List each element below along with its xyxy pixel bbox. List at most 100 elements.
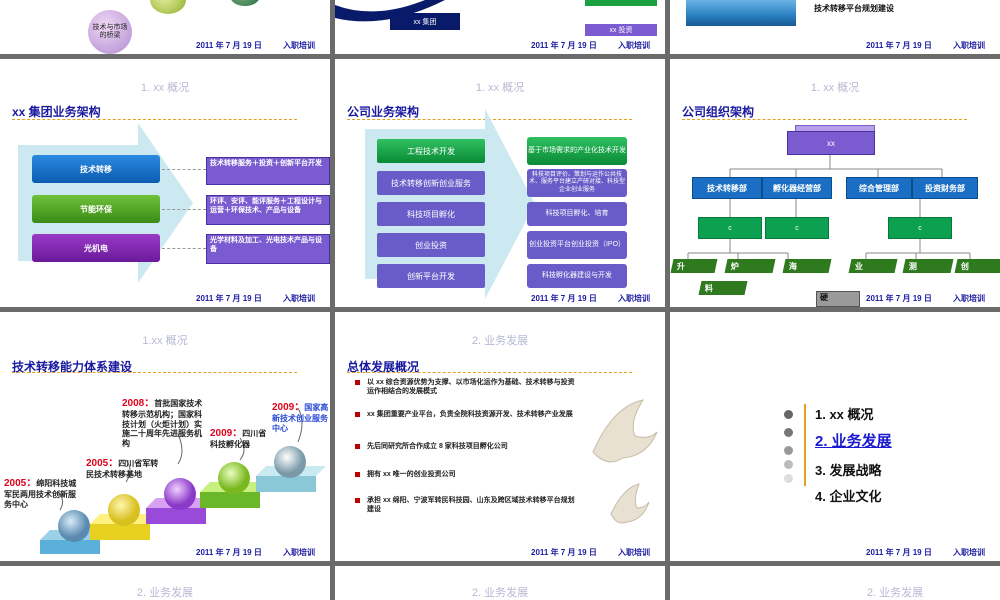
dept-admin: 综合管理部 xyxy=(846,177,912,199)
toc-dot xyxy=(784,474,793,483)
footer-training: 入职培训 xyxy=(953,294,985,303)
leaf-label: 测 xyxy=(909,261,917,271)
section-heading: 2. 业务发展 xyxy=(471,335,529,347)
footer: 2011 年 7 月 19 日 入职培训 xyxy=(0,40,330,52)
sub-c-1: c xyxy=(698,217,762,239)
slide-org-chart[interactable]: 1. xx 概况 公司组织架构 xx 技术转移部 孵化器经营部 综合管理部 投资… xyxy=(670,59,1000,307)
slide-toc[interactable]: 1. xx 概况 2. 业务发展 3. 发展战略 4. 企业文化 2011 年 … xyxy=(670,312,1000,561)
footer: 2011 年 7 月 19 日 入职培训 xyxy=(670,547,1000,559)
dept-incubator: 孵化器经营部 xyxy=(762,177,832,199)
footer-training: 入职培训 xyxy=(618,294,650,303)
right-incubation: 科技项目孵化、培育 xyxy=(527,202,627,226)
left-incubation: 科技项目孵化 xyxy=(377,202,485,226)
slide-bottom-left[interactable]: 2. 业务发展 xyxy=(0,566,330,600)
slide-top-mid[interactable]: xx 集团 xx 投资 2011 年 7 月 19 日 入职培训 xyxy=(335,0,665,54)
connector xyxy=(162,209,206,210)
dept-tech-transfer: 技术转移部 xyxy=(692,177,762,199)
slide-bottom-mid[interactable]: 2. 业务发展 xyxy=(335,566,665,600)
right-platform: 科技孵化器建设与开发 xyxy=(527,264,627,288)
milestone-year: 2009： xyxy=(210,428,243,439)
group-label: xx 集团 xyxy=(390,13,460,30)
footer: 2011 年 7 月 19 日 入职培训 xyxy=(0,293,330,305)
dark-sphere-icon xyxy=(230,0,260,6)
toc-item-1[interactable]: 1. xx 概况 xyxy=(815,404,874,423)
bridge-label: 技术与市场的桥梁 xyxy=(92,24,128,40)
left-platform: 创新平台开发 xyxy=(377,264,485,288)
left-engineering: 工程技术开发 xyxy=(377,139,485,163)
slide-bottom-right[interactable]: 2. 业务发展 xyxy=(670,566,1000,600)
slide-top-left[interactable]: 技术与市场的桥梁 2011 年 7 月 19 日 入职培训 xyxy=(0,0,330,54)
toc-dot xyxy=(784,428,793,437)
milestone-year: 2009： xyxy=(272,402,305,413)
org-top: xx xyxy=(787,131,875,155)
detail-optics: 光学材料及加工、光电技术产品与设备 xyxy=(206,234,330,264)
leaf-2: 炉 xyxy=(724,259,776,273)
right-venture: 创业投资平台创业投资（IPO） xyxy=(527,231,627,259)
bar-optics: 光机电 xyxy=(32,234,160,262)
footer-date: 2011 年 7 月 19 日 xyxy=(196,294,262,303)
leaf-label: 业 xyxy=(855,261,863,271)
leaf-label: 升 xyxy=(677,261,685,271)
slide-company-business[interactable]: 1. xx 概况 公司业务架构 工程技术开发 技术转移创新创业服务 科技项目孵化… xyxy=(335,59,665,307)
leaf-3: 海 xyxy=(782,259,832,273)
milestone-2009-a: 2009：四川省科技孵化器 xyxy=(210,428,272,450)
toc-item-2-active[interactable]: 2. 业务发展 xyxy=(815,430,892,451)
bar-energy: 节能环保 xyxy=(32,195,160,223)
toc-rule xyxy=(804,404,806,486)
milestone-year: 2005： xyxy=(4,478,37,489)
footer: 2011 年 7 月 19 日 入职培训 xyxy=(0,547,330,559)
footer-date: 2011 年 7 月 19 日 xyxy=(531,294,597,303)
leaf-5: 测 xyxy=(902,259,954,273)
slide-business-architecture[interactable]: 1. xx 概况 xx 集团业务架构 技术转移 节能环保 光机电 技术转移服务＋… xyxy=(0,59,330,307)
connector xyxy=(162,169,206,170)
slide-grid: 技术与市场的桥梁 2011 年 7 月 19 日入职培训 xx 集团 xx 投资… xyxy=(0,0,1000,600)
toc-item-3[interactable]: 3. 发展战略 xyxy=(815,460,881,479)
bullet-2: xx 集团重要产业平台，负责全院科技资源开发、技术转移产业发展 xyxy=(355,410,580,419)
footer-training: 入职培训 xyxy=(283,294,315,303)
footer-date: 2011 年 7 月 19 日 xyxy=(866,294,932,303)
section-heading: 2. 业务发展 xyxy=(471,587,529,599)
invest-label: xx 投资 xyxy=(585,24,657,36)
slide-title: xx 集团业务架构 xyxy=(12,105,101,119)
detail-energy: 环评、安评、能评服务＋工程设计与运营＋环保技术、产品与设备 xyxy=(206,195,330,225)
footer-date: 2011 年 7 月 19 日 xyxy=(531,41,597,50)
milestone-2009-b: 2009：国家高新技术创业服务中心 xyxy=(272,402,330,433)
footer: 2011 年 7 月 19 日 入职培训 xyxy=(670,40,1000,52)
leaf-4: 业 xyxy=(848,259,898,273)
leaf-1: 升 xyxy=(670,259,718,273)
leaf-label: 炉 xyxy=(731,261,739,271)
leaf-label: 海 xyxy=(789,261,797,271)
footer: 2011 年 7 月 19 日 入职培训 xyxy=(335,547,665,559)
slide-capability[interactable]: 1.xx 概况 技术转移能力体系建设 2005：绵阳科技城军民两用技术创新服务中… xyxy=(0,312,330,561)
right-innovation: 科技项目评价、策划与运作公共技术、服务平台建立产研对接、科技型企业创业服务 xyxy=(527,169,627,197)
slide-overview[interactable]: 2. 业务发展 总体发展概况 以 xx 综合资源优势为支撑、以市场化运作为基础、… xyxy=(335,312,665,561)
green-box xyxy=(585,0,657,6)
milestone-2008: 2008：首批国家技术转移示范机构；国家科技计划（火炬计划）实施二十周年先进服务… xyxy=(122,398,208,448)
footer-training: 入职培训 xyxy=(618,41,650,50)
footer-date: 2011 年 7 月 19 日 xyxy=(196,548,262,557)
footer-date: 2011 年 7 月 19 日 xyxy=(866,548,932,557)
toc-item-4[interactable]: 4. 企业文化 xyxy=(815,486,881,505)
sub-c-3: c xyxy=(888,217,952,239)
footer: 2011 年 7 月 19 日 入职培训 xyxy=(335,40,665,52)
section-heading: 1. xx 概况 xyxy=(140,82,190,94)
bullet-4: 拥有 xx 唯一的创业投资公司 xyxy=(355,470,580,479)
title-underline xyxy=(12,119,297,120)
footer-training: 入职培训 xyxy=(953,548,985,557)
left-innovation: 技术转移创新创业服务 xyxy=(377,171,485,195)
leaf-6: 创 xyxy=(954,259,1000,273)
detail-tech-transfer: 技术转移服务＋投资＋创新平台开发 xyxy=(206,157,330,185)
footer-training: 入职培训 xyxy=(283,548,315,557)
bar-tech-transfer: 技术转移 xyxy=(32,155,160,183)
bullet-3: 先后同研究所合作成立 8 家科技项目孵化公司 xyxy=(355,442,580,451)
toc-dot xyxy=(784,410,793,419)
milestone-2005-b: 2005：四川省军转民技术转移基地 xyxy=(86,458,166,480)
milestone-year: 2008： xyxy=(122,398,155,409)
bullet-5: 承担 xx 绵阳、宁波军转民科技园、山东及跨区域技术转移平台规划建设 xyxy=(355,496,580,515)
section-heading: 1. xx 概况 xyxy=(475,82,525,94)
milestone-2005-a: 2005：绵阳科技城军民两用技术创新服务中心 xyxy=(4,478,82,509)
platform-text: 技术转移平台规划建设 xyxy=(814,4,894,13)
title-underline xyxy=(347,372,632,373)
ocean-image xyxy=(686,0,796,26)
slide-top-right[interactable]: 技术转移平台规划建设 2011 年 7 月 19 日 入职培训 xyxy=(670,0,1000,54)
